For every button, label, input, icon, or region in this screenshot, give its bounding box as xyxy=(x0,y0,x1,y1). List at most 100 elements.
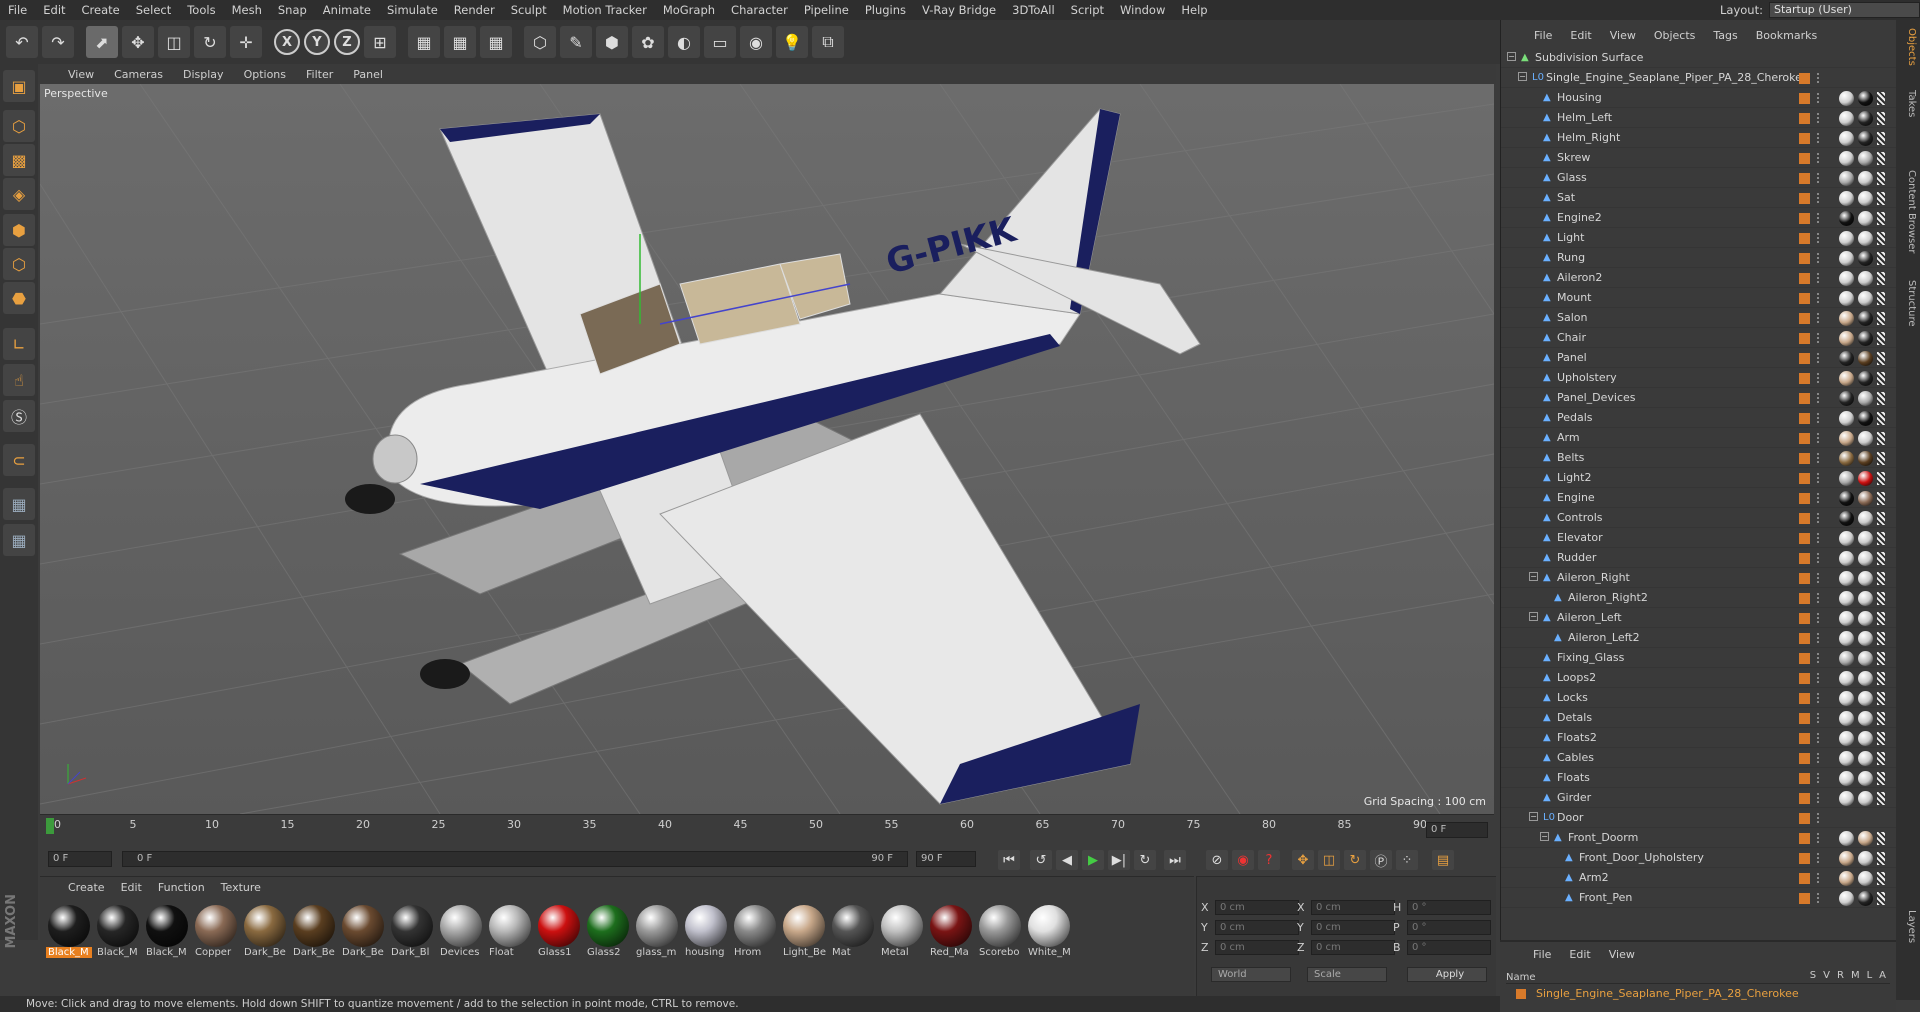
undo-icon[interactable]: ↶ xyxy=(6,26,38,58)
visibility-dots-icon[interactable] xyxy=(1817,893,1821,903)
key-pla-icon[interactable]: ⁘ xyxy=(1396,850,1418,870)
object-row[interactable]: ▲ Locks xyxy=(1501,688,1897,708)
object-row[interactable]: ▲ Salon xyxy=(1501,308,1897,328)
layer-color-icon[interactable] xyxy=(1799,733,1810,744)
object-row[interactable]: ▲ Light xyxy=(1501,228,1897,248)
move-icon[interactable]: ✥ xyxy=(122,26,154,58)
material-tag-icon[interactable] xyxy=(1839,111,1854,126)
texture-tag-icon[interactable] xyxy=(1877,712,1885,725)
viewport-menu-view[interactable]: View xyxy=(58,68,104,81)
material-tag-icon[interactable] xyxy=(1839,471,1854,486)
material-swatch[interactable]: Dark_Be xyxy=(340,903,386,965)
material-tag-icon[interactable] xyxy=(1858,151,1873,166)
menu-help[interactable]: Help xyxy=(1173,0,1215,20)
texture-tag-icon[interactable] xyxy=(1877,132,1885,145)
object-row[interactable]: ▲ Loops2 xyxy=(1501,668,1897,688)
texture-tag-icon[interactable] xyxy=(1877,392,1885,405)
layer-color-icon[interactable] xyxy=(1799,553,1810,564)
texture-tag-icon[interactable] xyxy=(1877,212,1885,225)
layer-color-icon[interactable] xyxy=(1799,353,1810,364)
menu-window[interactable]: Window xyxy=(1112,0,1173,20)
coord-field-z[interactable]: 0 cm xyxy=(1215,940,1299,955)
texture-tag-icon[interactable] xyxy=(1877,672,1885,685)
prev-frame-icon[interactable]: ◀ xyxy=(1056,850,1078,870)
object-row[interactable]: ▲ Sat xyxy=(1501,188,1897,208)
layer-color-icon[interactable] xyxy=(1799,333,1810,344)
rotate-icon[interactable]: ↻ xyxy=(194,26,226,58)
texture-tag-icon[interactable] xyxy=(1877,372,1885,385)
texture-tag-icon[interactable] xyxy=(1877,772,1885,785)
material-swatch[interactable]: glass_m xyxy=(634,903,680,965)
material-tag-icon[interactable] xyxy=(1839,451,1854,466)
material-tag-icon[interactable] xyxy=(1858,691,1873,706)
menu-motion-tracker[interactable]: Motion Tracker xyxy=(555,0,655,20)
texture-tag-icon[interactable] xyxy=(1877,312,1885,325)
layer-color-icon[interactable] xyxy=(1799,873,1810,884)
make-editable-icon[interactable]: ▣ xyxy=(3,70,35,102)
material-tag-icon[interactable] xyxy=(1858,331,1873,346)
layer-menu-view[interactable]: View xyxy=(1600,948,1644,961)
material-tag-icon[interactable] xyxy=(1839,251,1854,266)
layer-color-icon[interactable] xyxy=(1799,773,1810,784)
material-tag-icon[interactable] xyxy=(1839,711,1854,726)
texture-tag-icon[interactable] xyxy=(1877,112,1885,125)
object-row[interactable]: − ▲ Aileron_Left xyxy=(1501,608,1897,628)
viewport-menu-cameras[interactable]: Cameras xyxy=(104,68,173,81)
material-tag-icon[interactable] xyxy=(1839,571,1854,586)
visibility-dots-icon[interactable] xyxy=(1817,373,1821,383)
coord-field-h[interactable]: 0 ° xyxy=(1407,900,1491,915)
key-parameter-icon[interactable]: Ⓟ xyxy=(1370,850,1392,870)
current-frame-field[interactable]: 0 F xyxy=(48,851,112,867)
object-row[interactable]: ▲ Front_Pen xyxy=(1501,888,1897,908)
visibility-dots-icon[interactable] xyxy=(1817,233,1821,243)
goto-start-icon[interactable]: ⏮ xyxy=(998,850,1020,870)
expand-toggle-icon[interactable]: − xyxy=(1540,832,1549,841)
render-view-icon[interactable]: ▦ xyxy=(408,26,440,58)
menu-script[interactable]: Script xyxy=(1063,0,1112,20)
layer-color-icon[interactable] xyxy=(1799,473,1810,484)
material-tag-icon[interactable] xyxy=(1839,611,1854,626)
layer-color-icon[interactable] xyxy=(1799,513,1810,524)
visibility-dots-icon[interactable] xyxy=(1817,833,1821,843)
layer-color-icon[interactable] xyxy=(1799,533,1810,544)
material-tag-icon[interactable] xyxy=(1839,791,1854,806)
expand-toggle-icon[interactable]: − xyxy=(1529,812,1538,821)
object-row[interactable]: ▲ Belts xyxy=(1501,448,1897,468)
material-swatch[interactable]: Black_M xyxy=(46,903,92,965)
material-tag-icon[interactable] xyxy=(1839,751,1854,766)
texture-tag-icon[interactable] xyxy=(1877,832,1885,845)
texture-tag-icon[interactable] xyxy=(1877,632,1885,645)
texture-tag-icon[interactable] xyxy=(1877,852,1885,865)
side-tab-layers[interactable]: Layers xyxy=(1899,910,1917,943)
layer-color-icon[interactable] xyxy=(1799,633,1810,644)
visibility-dots-icon[interactable] xyxy=(1817,273,1821,283)
texture-tag-icon[interactable] xyxy=(1877,752,1885,765)
axis-mode-icon[interactable]: ∟ xyxy=(3,328,35,360)
object-row[interactable]: ▲ Fixing_Glass xyxy=(1501,648,1897,668)
cube-icon[interactable]: ⬡ xyxy=(524,26,556,58)
visibility-dots-icon[interactable] xyxy=(1817,413,1821,423)
menu-create[interactable]: Create xyxy=(74,0,128,20)
material-tag-icon[interactable] xyxy=(1839,191,1854,206)
object-row[interactable]: − L0 Single_Engine_Seaplane_Piper_PA_28_Ch… xyxy=(1501,68,1897,88)
material-tag-icon[interactable] xyxy=(1858,231,1873,246)
key-scale-icon[interactable]: ◫ xyxy=(1318,850,1340,870)
material-tag-icon[interactable] xyxy=(1839,891,1854,906)
x-axis-icon[interactable]: X xyxy=(274,29,300,55)
material-tag-icon[interactable] xyxy=(1858,771,1873,786)
object-row[interactable]: − ▲ Subdivision Surface xyxy=(1501,48,1897,68)
material-swatch[interactable]: housing xyxy=(683,903,729,965)
render-picture-viewer-icon[interactable]: ▦ xyxy=(444,26,476,58)
visibility-dots-icon[interactable] xyxy=(1817,173,1821,183)
texture-tag-icon[interactable] xyxy=(1877,172,1885,185)
viewport-menu-filter[interactable]: Filter xyxy=(296,68,343,81)
material-swatch[interactable]: White_M xyxy=(1026,903,1072,965)
object-row[interactable]: ▲ Panel_Devices xyxy=(1501,388,1897,408)
material-tag-icon[interactable] xyxy=(1858,511,1873,526)
visibility-dots-icon[interactable] xyxy=(1817,333,1821,343)
floor-icon[interactable]: ▭ xyxy=(704,26,736,58)
side-tab-content-browser[interactable]: Content Browser xyxy=(1899,170,1917,253)
texture-tag-icon[interactable] xyxy=(1877,332,1885,345)
expand-toggle-icon[interactable]: − xyxy=(1529,572,1538,581)
model-mode-icon[interactable]: ⬡ xyxy=(3,110,35,142)
